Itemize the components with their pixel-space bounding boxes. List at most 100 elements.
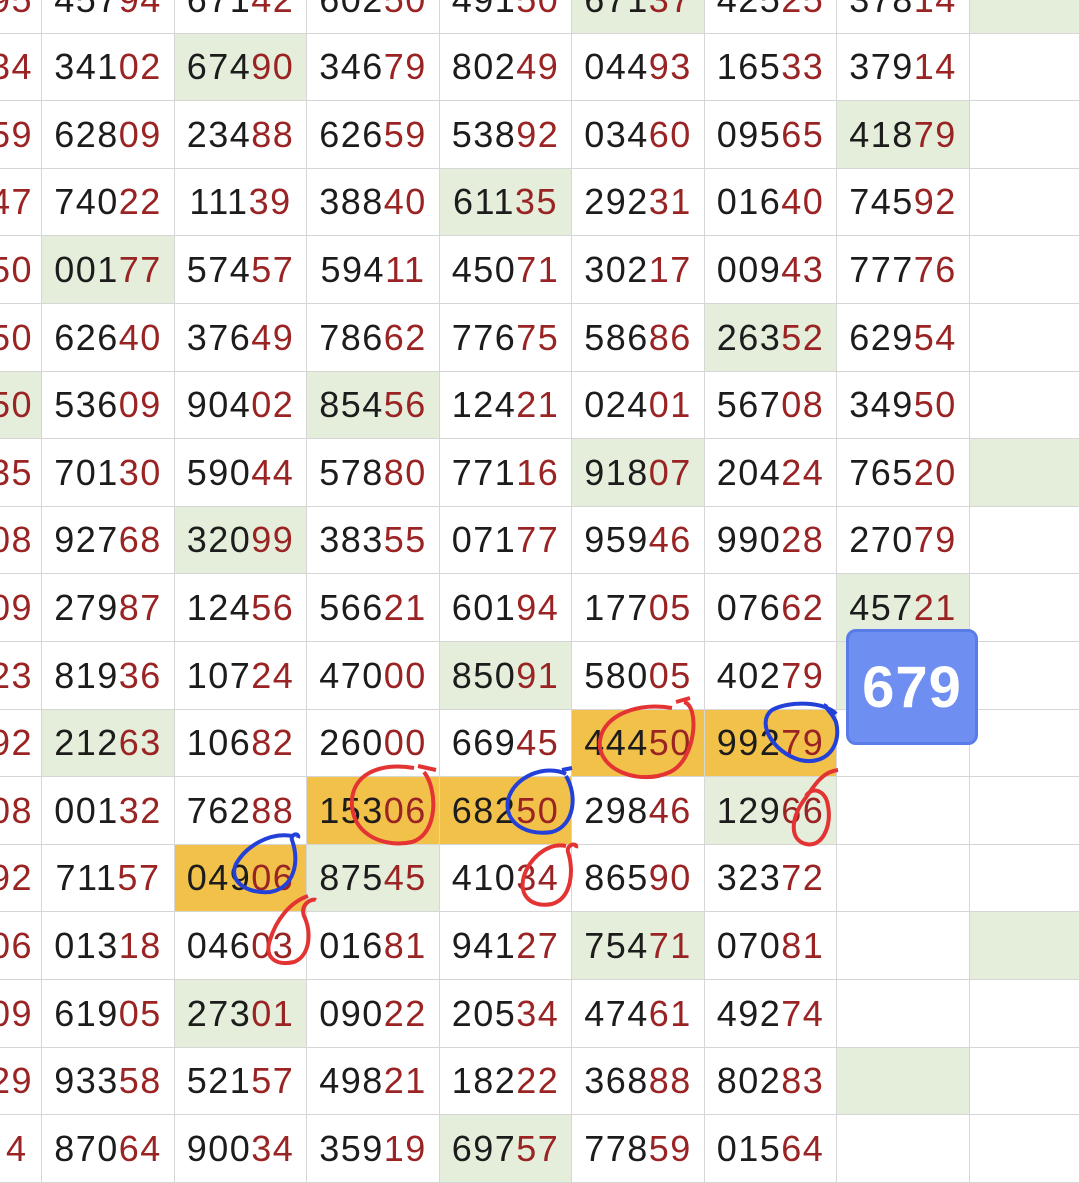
grid-cell[interactable]: 819 36 [42, 642, 175, 710]
grid-cell[interactable]: 076 62 [705, 574, 837, 642]
grid-cell[interactable] [970, 507, 1080, 574]
grid-cell[interactable] [970, 0, 1080, 34]
grid-cell[interactable]: 701 30 [42, 439, 175, 507]
grid-cell[interactable]: 669 45 [440, 710, 572, 777]
grid-cell[interactable]: 740 22 [42, 169, 175, 236]
grid-cell[interactable]: 090 22 [307, 980, 440, 1048]
grid-cell[interactable]: 049 06 [175, 845, 307, 912]
grid-cell[interactable] [970, 34, 1080, 101]
grid-cell[interactable] [970, 912, 1080, 980]
grid-cell[interactable]: 349 50 [837, 372, 970, 439]
grid-cell[interactable]: 628 09 [42, 101, 175, 169]
grid-cell[interactable]: 046 03 [175, 912, 307, 980]
grid-cell[interactable]: 611 35 [440, 169, 572, 236]
grid-cell[interactable]: 626 40 [42, 304, 175, 372]
grid-cell[interactable]: 566 21 [307, 574, 440, 642]
grid-cell[interactable]: 67142 [175, 0, 307, 34]
grid-cell[interactable]: 590 44 [175, 439, 307, 507]
grid-cell[interactable] [970, 710, 1080, 777]
grid-cell[interactable]: 470 00 [307, 642, 440, 710]
grid-cell[interactable] [970, 169, 1080, 236]
grid-cell[interactable]: 298 46 [572, 777, 705, 845]
grid-cell[interactable]: 212 63 [42, 710, 175, 777]
grid-cell[interactable]: 044 93 [572, 34, 705, 101]
grid-cell[interactable]: 111 39 [175, 169, 307, 236]
grid-cell[interactable] [837, 980, 970, 1048]
grid-cell[interactable]: 015 64 [705, 1115, 837, 1183]
grid-cell[interactable] [837, 1048, 970, 1115]
selection-count-badge[interactable]: 679 [846, 629, 978, 745]
grid-cell[interactable] [970, 574, 1080, 642]
grid-cell[interactable]: 786 62 [307, 304, 440, 372]
grid-cell[interactable]: 418 79 [837, 101, 970, 169]
grid-cell[interactable]: 279 87 [42, 574, 175, 642]
grid-cell[interactable] [970, 101, 1080, 169]
grid-cell[interactable] [970, 1115, 1080, 1183]
grid-cell[interactable]: 538 92 [440, 101, 572, 169]
grid-cell[interactable]: 034 60 [572, 101, 705, 169]
grid-cell[interactable]: 754 71 [572, 912, 705, 980]
grid-cell[interactable]: 762 88 [175, 777, 307, 845]
grid-cell[interactable]: 521 57 [175, 1048, 307, 1115]
grid-cell[interactable]: 870 64 [42, 1115, 175, 1183]
grid-cell[interactable]: 42525 [705, 0, 837, 34]
grid-cell[interactable] [970, 304, 1080, 372]
grid-cell[interactable]: 016 40 [705, 169, 837, 236]
grid-cell[interactable]: 626 59 [307, 101, 440, 169]
grid-cell[interactable]: 165 33 [705, 34, 837, 101]
grid-cell[interactable]: 204 24 [705, 439, 837, 507]
grid-cell[interactable]: 536 09 [42, 372, 175, 439]
grid-cell[interactable]: 388 40 [307, 169, 440, 236]
grid-cell[interactable]: 802 83 [705, 1048, 837, 1115]
grid-cell[interactable]: 875 45 [307, 845, 440, 912]
grid-cell[interactable]: 776 75 [440, 304, 572, 372]
grid-cell[interactable]: 273 01 [175, 980, 307, 1048]
grid-cell[interactable]: 959 46 [572, 507, 705, 574]
grid-cell[interactable]: 67137 [572, 0, 705, 34]
grid-cell[interactable]: 567 08 [705, 372, 837, 439]
grid-cell[interactable]: 711 57 [42, 845, 175, 912]
grid-cell[interactable]: 016 81 [307, 912, 440, 980]
grid-cell[interactable]: 900 34 [175, 1115, 307, 1183]
grid-cell[interactable]: 771 16 [440, 439, 572, 507]
grid-cell[interactable] [970, 236, 1080, 304]
grid-cell[interactable]: 234 88 [175, 101, 307, 169]
grid-cell[interactable]: 697 57 [440, 1115, 572, 1183]
grid-cell[interactable]: 745 92 [837, 169, 970, 236]
grid-cell[interactable]: 992 79 [705, 710, 837, 777]
grid-cell[interactable]: 182 22 [440, 1048, 572, 1115]
grid-cell[interactable]: 904 02 [175, 372, 307, 439]
grid-cell[interactable]: 37814 [837, 0, 970, 34]
grid-cell[interactable]: 60250 [307, 0, 440, 34]
grid-cell[interactable]: 629 54 [837, 304, 970, 372]
grid-cell[interactable]: 854 56 [307, 372, 440, 439]
grid-cell[interactable]: 341 02 [42, 34, 175, 101]
grid-cell[interactable]: 594 11 [307, 236, 440, 304]
grid-cell[interactable] [837, 1115, 970, 1183]
grid-cell[interactable]: 492 74 [705, 980, 837, 1048]
grid-cell[interactable]: 153 06 [307, 777, 440, 845]
grid-cell[interactable]: 802 49 [440, 34, 572, 101]
grid-cell[interactable]: 578 80 [307, 439, 440, 507]
grid-cell[interactable]: 674 90 [175, 34, 307, 101]
grid-cell[interactable]: 402 79 [705, 642, 837, 710]
grid-cell[interactable]: 933 58 [42, 1048, 175, 1115]
grid-cell[interactable]: 990 28 [705, 507, 837, 574]
grid-cell[interactable]: 001 32 [42, 777, 175, 845]
grid-cell[interactable]: 619 05 [42, 980, 175, 1048]
grid-cell[interactable]: 263 52 [705, 304, 837, 372]
grid-cell[interactable]: 346 79 [307, 34, 440, 101]
grid-cell[interactable]: 323 72 [705, 845, 837, 912]
grid-cell[interactable]: 001 77 [42, 236, 175, 304]
grid-cell[interactable]: 071 77 [440, 507, 572, 574]
grid-cell[interactable]: 376 49 [175, 304, 307, 372]
grid-cell[interactable]: 474 61 [572, 980, 705, 1048]
grid-cell[interactable]: 444 50 [572, 710, 705, 777]
grid-cell[interactable]: 124 21 [440, 372, 572, 439]
grid-cell[interactable]: 292 31 [572, 169, 705, 236]
grid-cell[interactable] [970, 980, 1080, 1048]
grid-cell[interactable]: 359 19 [307, 1115, 440, 1183]
grid-cell[interactable]: 765 20 [837, 439, 970, 507]
grid-cell[interactable]: 270 79 [837, 507, 970, 574]
grid-cell[interactable] [970, 439, 1080, 507]
